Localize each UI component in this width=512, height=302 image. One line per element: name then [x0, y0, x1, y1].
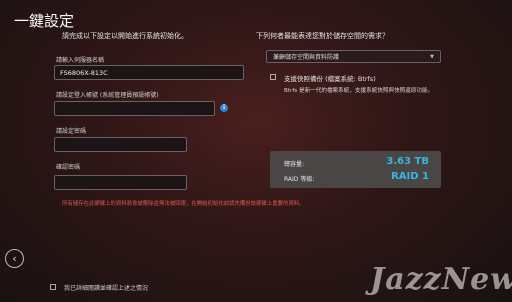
admin-account-label: 請設定登入帳號 (系統管理員預設帳號)	[56, 92, 159, 99]
confirm-password-label: 確認密碼	[56, 164, 81, 171]
snapshot-label: 支援快照備份 (檔案系統: Btrfs)	[284, 75, 376, 83]
confirm-password-input[interactable]	[54, 175, 187, 190]
server-name-input[interactable]: FS6806X-813C	[54, 65, 244, 80]
password-label: 請設定密碼	[56, 128, 87, 135]
raid-value: RAID 1	[391, 171, 429, 182]
confirm-label: 我已詳細閱讀並確認上述之情況	[64, 285, 149, 292]
capacity-value: 3.63 TB	[386, 156, 429, 167]
data-loss-warning: 所有儲存在此硬碟上的資料將會被刪除並無法被回復，在開始初始化前請先備份該硬碟上重…	[62, 201, 305, 207]
back-button[interactable]: ‹	[5, 249, 24, 268]
storage-mode-select[interactable]: 兼顧儲存空間與資料防護 ▼	[266, 50, 441, 63]
admin-account-input[interactable]	[54, 101, 215, 116]
storage-summary-panel: 總容量: 3.63 TB RAID 等級: RAID 1	[270, 151, 441, 188]
confirm-checkbox[interactable]	[50, 284, 56, 290]
chevron-down-icon: ▼	[430, 53, 434, 60]
page-title: 一鍵設定	[14, 12, 75, 30]
server-name-label: 請輸入伺服器名稱	[56, 57, 105, 64]
info-icon[interactable]: i	[220, 104, 228, 112]
left-instructions: 請完成以下設定以開始進行系統初始化。	[62, 32, 188, 40]
watermark-logo: JazzNews	[370, 262, 512, 297]
snapshot-description: Btrfs 是新一代的檔案系統，支援系統快照與快照還原功能。	[284, 88, 434, 94]
right-question: 下列何者最能表達您對於儲存空間的需求？	[256, 32, 389, 40]
password-input[interactable]	[54, 137, 187, 152]
raid-label: RAID 等級:	[284, 176, 315, 183]
capacity-label: 總容量:	[284, 161, 305, 168]
snapshot-checkbox[interactable]	[270, 74, 276, 80]
storage-mode-value: 兼顧儲存空間與資料防護	[273, 54, 340, 61]
